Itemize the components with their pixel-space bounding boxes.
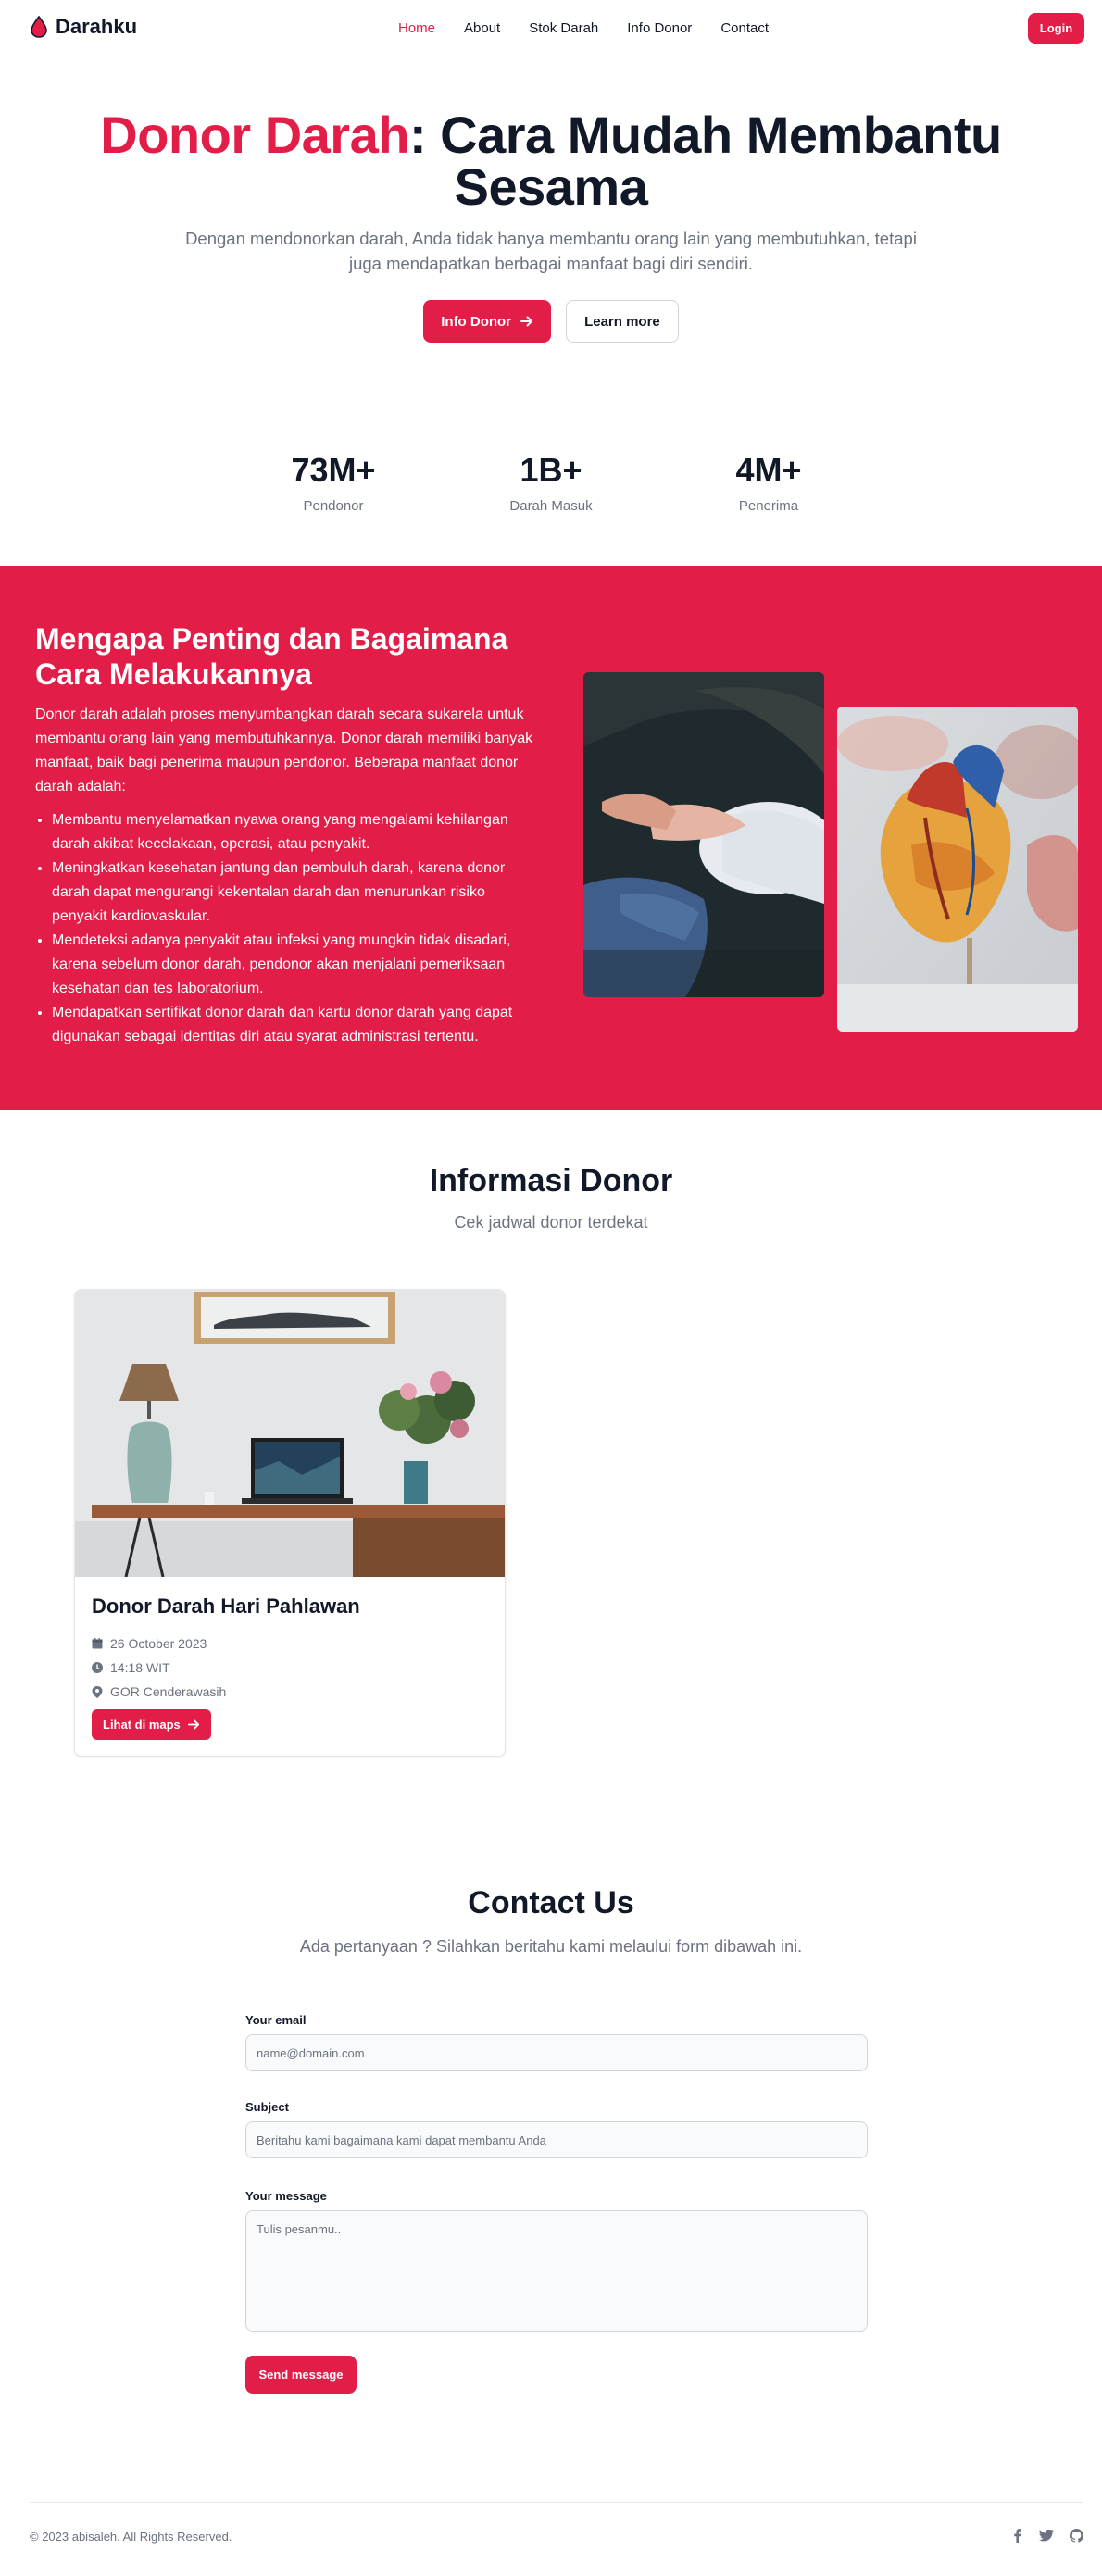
hero-buttons: Info Donor Learn more — [0, 300, 1102, 343]
message-field[interactable]: Tulis pesanmu.. — [245, 2210, 868, 2332]
heart-model-photo — [837, 707, 1078, 1032]
facebook-icon[interactable] — [1009, 2528, 1024, 2543]
stat-label: Pendonor — [303, 498, 364, 514]
why-description: Donor darah adalah proses menyumbangkan … — [35, 707, 533, 794]
nav-link-stok-darah[interactable]: Stok Darah — [529, 20, 598, 36]
nav-link-home[interactable]: Home — [398, 20, 435, 36]
benefit-item: Mendapatkan sertifikat donor darah dan k… — [52, 1001, 533, 1049]
blood-drop-icon — [31, 16, 47, 38]
event-title: Donor Darah Hari Pahlawan — [92, 1594, 360, 1618]
brand-name: Darahku — [56, 15, 138, 38]
github-icon[interactable] — [1069, 2528, 1083, 2543]
stats: 73M+ Pendonor 1B+ Darah Masuk 4M+ Peneri… — [250, 451, 852, 515]
clock-icon — [92, 1662, 103, 1673]
info-donor-button-label: Info Donor — [441, 313, 512, 330]
nav-link-about[interactable]: About — [464, 20, 500, 36]
subject-field[interactable]: Beritahu kami bagaimana kami dapat memba… — [245, 2121, 868, 2158]
event-time-text: 14:18 WIT — [110, 1660, 170, 1675]
subject-label: Subject — [245, 2100, 289, 2114]
footer-divider — [30, 2502, 1083, 2503]
benefit-item: Meningkatkan kesehatan jantung dan pembu… — [52, 857, 533, 929]
hero-subtitle: Dengan mendonorkan darah, Anda tidak han… — [185, 229, 917, 273]
map-pin-icon — [92, 1685, 103, 1698]
stat-label: Darah Masuk — [509, 498, 593, 514]
info-donor-button[interactable]: Info Donor — [423, 300, 552, 343]
event-time: 14:18 WIT — [92, 1660, 170, 1675]
twitter-icon[interactable] — [1039, 2528, 1054, 2543]
why-section: Mengapa Penting dan Bagaimana Cara Melak… — [0, 566, 1102, 1110]
benefits-list: Membantu menyelamatkan nyawa orang yang … — [52, 808, 533, 1049]
calendar-icon — [92, 1638, 103, 1649]
stat-label: Penerima — [738, 498, 799, 514]
contact-subtitle: Ada pertanyaan ? Silahkan beritahu kami … — [299, 1937, 803, 1956]
stat-penerima: 4M+ Penerima — [685, 451, 852, 515]
hero-title-accent: Donor Darah — [100, 106, 409, 164]
learn-more-button[interactable]: Learn more — [566, 300, 679, 343]
event-location: GOR Cenderawasih — [92, 1684, 226, 1699]
event-photo — [75, 1290, 505, 1577]
event-date: 26 October 2023 — [92, 1636, 207, 1651]
stat-value: 1B+ — [520, 451, 582, 489]
hero-title-rest: : Cara Mudah Membantu Sesama — [408, 106, 1002, 216]
stat-darah-masuk: 1B+ Darah Masuk — [468, 451, 634, 515]
login-button[interactable]: Login — [1028, 13, 1084, 44]
social-links — [1009, 2528, 1083, 2543]
brand-logo-link[interactable]: Darahku — [30, 15, 137, 39]
stat-value: 73M+ — [291, 451, 376, 489]
navbar: Darahku Home About Stok Darah Info Donor… — [0, 0, 1102, 57]
see-on-maps-button[interactable]: Lihat di maps — [92, 1709, 211, 1740]
nav-link-contact[interactable]: Contact — [720, 20, 769, 36]
info-donor-title: Informasi Donor — [429, 1163, 673, 1198]
email-label: Your email — [245, 2013, 307, 2027]
footer-copyright: © 2023 abisaleh. All Rights Reserved. — [30, 2530, 232, 2544]
send-message-button[interactable]: Send message — [245, 2356, 357, 2394]
see-on-maps-label: Lihat di maps — [103, 1718, 181, 1732]
stat-value: 4M+ — [735, 451, 802, 489]
benefit-item: Membantu menyelamatkan nyawa orang yang … — [52, 808, 533, 857]
arrow-right-icon — [520, 316, 533, 327]
arrow-right-icon — [187, 1719, 199, 1730]
nav-link-info-donor[interactable]: Info Donor — [627, 20, 692, 36]
benefit-item: Mendeteksi adanya penyakit atau infeksi … — [52, 929, 533, 1001]
stat-pendonor: 73M+ Pendonor — [250, 451, 417, 515]
info-donor-subtitle: Cek jadwal donor terdekat — [454, 1213, 648, 1232]
email-field[interactable]: name@domain.com — [245, 2034, 868, 2071]
event-location-text: GOR Cenderawasih — [110, 1684, 227, 1699]
blood-donation-photo — [583, 672, 824, 997]
why-title: Mengapa Penting dan Bagaimana Cara Melak… — [35, 622, 508, 691]
contact-title: Contact Us — [468, 1885, 634, 1920]
hero-title: Donor Darah: Cara Mudah Membantu Sesama — [0, 109, 1102, 213]
message-label: Your message — [245, 2189, 327, 2203]
event-date-text: 26 October 2023 — [110, 1636, 207, 1651]
nav-links: Home About Stok Darah Info Donor Contact — [398, 20, 797, 36]
donor-event-card: Donor Darah Hari Pahlawan 26 October 202… — [74, 1289, 506, 1757]
